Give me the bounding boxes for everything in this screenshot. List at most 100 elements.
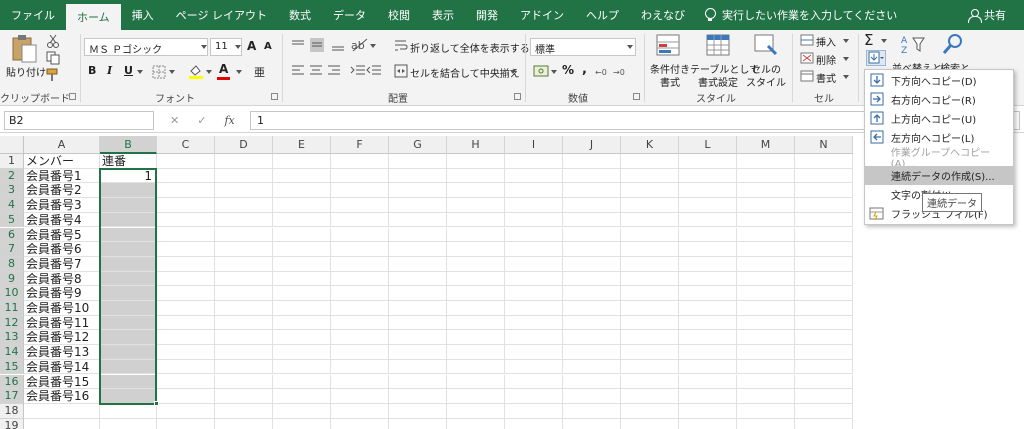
orientation-icon[interactable]: ab (350, 36, 370, 52)
column-header-l[interactable]: L (679, 136, 737, 154)
cell-j6[interactable] (563, 227, 621, 243)
cell-j13[interactable] (563, 330, 621, 346)
cell-l14[interactable] (679, 345, 737, 360)
fill-menu-item[interactable]: 上方向へコピー(U) (865, 109, 1013, 128)
cancel-icon[interactable]: ✕ (170, 114, 179, 127)
row-header[interactable]: 8 (0, 256, 24, 272)
cell-f8[interactable] (331, 256, 389, 272)
cell-b9[interactable] (100, 271, 157, 287)
cell-n15[interactable] (795, 359, 853, 375)
cell-f13[interactable] (331, 330, 389, 346)
cell-m6[interactable] (737, 227, 795, 243)
cell-d15[interactable] (215, 359, 273, 375)
cell-b15[interactable] (100, 359, 157, 375)
fill-menu-item[interactable]: 下方向へコピー(D) (865, 71, 1013, 90)
cell-c18[interactable] (157, 403, 215, 419)
format-cells-icon[interactable] (800, 70, 814, 82)
cell-g6[interactable] (389, 227, 447, 243)
cell-i3[interactable] (505, 183, 563, 199)
cell-l3[interactable] (679, 183, 737, 199)
cell-h10[interactable] (447, 286, 505, 301)
column-header-e[interactable]: E (273, 136, 331, 154)
cell-k19[interactable] (621, 418, 679, 429)
cell-m16[interactable] (737, 374, 795, 390)
row-header[interactable]: 14 (0, 345, 24, 360)
row-header[interactable]: 3 (0, 183, 24, 199)
cell-j8[interactable] (563, 256, 621, 272)
cell-h2[interactable] (447, 168, 505, 184)
cell-n14[interactable] (795, 345, 853, 360)
bold-button[interactable]: B (88, 64, 96, 77)
cell-m18[interactable] (737, 403, 795, 419)
cell-d17[interactable] (215, 389, 273, 404)
cell-c15[interactable] (157, 359, 215, 375)
column-header-b[interactable]: B (100, 136, 157, 154)
cell-a16[interactable]: 会員番号15 (24, 374, 100, 390)
cell-g15[interactable] (389, 359, 447, 375)
cell-h9[interactable] (447, 271, 505, 287)
cell-j14[interactable] (563, 345, 621, 360)
cell-f1[interactable] (331, 154, 389, 169)
cell-k10[interactable] (621, 286, 679, 301)
cell-m8[interactable] (737, 256, 795, 272)
cell-f17[interactable] (331, 389, 389, 404)
cell-g9[interactable] (389, 271, 447, 287)
cell-a12[interactable]: 会員番号11 (24, 315, 100, 331)
cell-i14[interactable] (505, 345, 563, 360)
indent-icons[interactable] (350, 64, 384, 78)
cell-i7[interactable] (505, 242, 563, 257)
cell-g10[interactable] (389, 286, 447, 301)
cell-h6[interactable] (447, 227, 505, 243)
cell-k18[interactable] (621, 403, 679, 419)
autosum-button[interactable]: Σ (864, 31, 873, 49)
fill-menu-item[interactable]: 右方向へコピー(R) (865, 90, 1013, 109)
cell-m14[interactable] (737, 345, 795, 360)
cell-f19[interactable] (331, 418, 389, 429)
cell-n2[interactable] (795, 168, 853, 184)
column-header-f[interactable]: F (331, 136, 389, 154)
cell-n10[interactable] (795, 286, 853, 301)
cell-l4[interactable] (679, 198, 737, 213)
paste-icon[interactable] (10, 34, 38, 64)
cell-c3[interactable] (157, 183, 215, 199)
cell-b5[interactable] (100, 212, 157, 228)
cell-g3[interactable] (389, 183, 447, 199)
column-header-a[interactable]: A (24, 136, 100, 154)
cell-h3[interactable] (447, 183, 505, 199)
cell-b10[interactable] (100, 286, 157, 301)
cell-f9[interactable] (331, 271, 389, 287)
cell-c6[interactable] (157, 227, 215, 243)
cell-m7[interactable] (737, 242, 795, 257)
cell-a15[interactable]: 会員番号14 (24, 359, 100, 375)
cell-c5[interactable] (157, 212, 215, 228)
cell-e2[interactable] (273, 168, 331, 184)
tab-file[interactable]: ファイル (0, 0, 66, 30)
number-format-select[interactable]: 標準 (530, 38, 636, 56)
cell-c16[interactable] (157, 374, 215, 390)
cell-i6[interactable] (505, 227, 563, 243)
enter-icon[interactable]: ✓ (197, 114, 206, 127)
cell-a17[interactable]: 会員番号16 (24, 389, 100, 404)
cell-b1[interactable]: 連番 (100, 154, 157, 169)
cell-g5[interactable] (389, 212, 447, 228)
cell-c19[interactable] (157, 418, 215, 429)
cell-i8[interactable] (505, 256, 563, 272)
row-header[interactable]: 7 (0, 242, 24, 257)
cell-a2[interactable]: 会員番号1 (24, 168, 100, 184)
cell-l10[interactable] (679, 286, 737, 301)
tab-page-layout[interactable]: ページ レイアウト (165, 0, 278, 30)
cell-j19[interactable] (563, 418, 621, 429)
column-header-c[interactable]: C (157, 136, 215, 154)
cell-i13[interactable] (505, 330, 563, 346)
cell-a4[interactable]: 会員番号3 (24, 198, 100, 213)
clipboard-launcher-icon[interactable] (69, 93, 76, 100)
share-button[interactable]: 共有 (968, 0, 1006, 30)
tab-home[interactable]: ホーム (66, 4, 121, 30)
cell-m11[interactable] (737, 301, 795, 316)
column-header-k[interactable]: K (621, 136, 679, 154)
cell-b7[interactable] (100, 242, 157, 257)
cell-g8[interactable] (389, 256, 447, 272)
cell-e6[interactable] (273, 227, 331, 243)
cell-i11[interactable] (505, 301, 563, 316)
tab-addins[interactable]: アドイン (509, 0, 575, 30)
